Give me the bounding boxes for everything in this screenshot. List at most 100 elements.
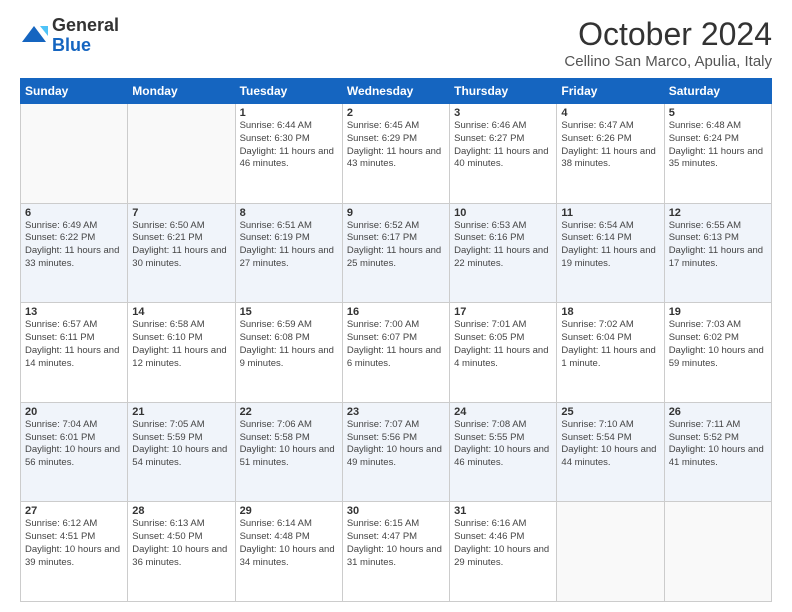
day-number: 2 (347, 107, 445, 119)
weekday-header: Wednesday (342, 79, 449, 104)
day-number: 11 (561, 207, 659, 219)
day-info: Sunrise: 6:12 AM Sunset: 4:51 PM Dayligh… (25, 518, 123, 569)
day-info: Sunrise: 6:53 AM Sunset: 6:16 PM Dayligh… (454, 220, 552, 271)
weekday-header: Friday (557, 79, 664, 104)
calendar-week-row: 27Sunrise: 6:12 AM Sunset: 4:51 PM Dayli… (21, 502, 772, 602)
day-info: Sunrise: 6:58 AM Sunset: 6:10 PM Dayligh… (132, 319, 230, 370)
calendar-cell: 22Sunrise: 7:06 AM Sunset: 5:58 PM Dayli… (235, 402, 342, 502)
calendar-cell: 10Sunrise: 6:53 AM Sunset: 6:16 PM Dayli… (450, 203, 557, 303)
calendar-cell: 23Sunrise: 7:07 AM Sunset: 5:56 PM Dayli… (342, 402, 449, 502)
calendar-cell: 28Sunrise: 6:13 AM Sunset: 4:50 PM Dayli… (128, 502, 235, 602)
day-number: 15 (240, 306, 338, 318)
calendar-cell (557, 502, 664, 602)
day-number: 13 (25, 306, 123, 318)
day-number: 5 (669, 107, 767, 119)
calendar-cell: 17Sunrise: 7:01 AM Sunset: 6:05 PM Dayli… (450, 303, 557, 403)
calendar-cell: 21Sunrise: 7:05 AM Sunset: 5:59 PM Dayli… (128, 402, 235, 502)
day-info: Sunrise: 6:48 AM Sunset: 6:24 PM Dayligh… (669, 120, 767, 171)
day-info: Sunrise: 7:05 AM Sunset: 5:59 PM Dayligh… (132, 419, 230, 470)
day-info: Sunrise: 6:14 AM Sunset: 4:48 PM Dayligh… (240, 518, 338, 569)
day-number: 7 (132, 207, 230, 219)
calendar-header: SundayMondayTuesdayWednesdayThursdayFrid… (21, 79, 772, 104)
calendar-cell: 12Sunrise: 6:55 AM Sunset: 6:13 PM Dayli… (664, 203, 771, 303)
day-info: Sunrise: 6:50 AM Sunset: 6:21 PM Dayligh… (132, 220, 230, 271)
day-number: 23 (347, 406, 445, 418)
calendar-cell (128, 104, 235, 204)
day-info: Sunrise: 6:15 AM Sunset: 4:47 PM Dayligh… (347, 518, 445, 569)
calendar-week-row: 20Sunrise: 7:04 AM Sunset: 6:01 PM Dayli… (21, 402, 772, 502)
day-number: 10 (454, 207, 552, 219)
day-info: Sunrise: 6:52 AM Sunset: 6:17 PM Dayligh… (347, 220, 445, 271)
calendar-cell: 15Sunrise: 6:59 AM Sunset: 6:08 PM Dayli… (235, 303, 342, 403)
calendar-cell: 30Sunrise: 6:15 AM Sunset: 4:47 PM Dayli… (342, 502, 449, 602)
title-block: October 2024 Cellino San Marco, Apulia, … (564, 16, 772, 70)
day-number: 30 (347, 505, 445, 517)
calendar-week-row: 13Sunrise: 6:57 AM Sunset: 6:11 PM Dayli… (21, 303, 772, 403)
day-number: 1 (240, 107, 338, 119)
day-info: Sunrise: 7:02 AM Sunset: 6:04 PM Dayligh… (561, 319, 659, 370)
calendar-cell: 19Sunrise: 7:03 AM Sunset: 6:02 PM Dayli… (664, 303, 771, 403)
location-title: Cellino San Marco, Apulia, Italy (564, 53, 772, 70)
day-number: 28 (132, 505, 230, 517)
day-number: 19 (669, 306, 767, 318)
calendar-cell: 11Sunrise: 6:54 AM Sunset: 6:14 PM Dayli… (557, 203, 664, 303)
logo-line1: General (52, 16, 119, 36)
calendar-cell: 14Sunrise: 6:58 AM Sunset: 6:10 PM Dayli… (128, 303, 235, 403)
calendar-cell: 3Sunrise: 6:46 AM Sunset: 6:27 PM Daylig… (450, 104, 557, 204)
calendar-cell: 31Sunrise: 6:16 AM Sunset: 4:46 PM Dayli… (450, 502, 557, 602)
calendar-cell: 5Sunrise: 6:48 AM Sunset: 6:24 PM Daylig… (664, 104, 771, 204)
calendar-cell: 16Sunrise: 7:00 AM Sunset: 6:07 PM Dayli… (342, 303, 449, 403)
day-number: 6 (25, 207, 123, 219)
day-info: Sunrise: 6:46 AM Sunset: 6:27 PM Dayligh… (454, 120, 552, 171)
day-number: 26 (669, 406, 767, 418)
calendar-cell: 13Sunrise: 6:57 AM Sunset: 6:11 PM Dayli… (21, 303, 128, 403)
day-number: 17 (454, 306, 552, 318)
day-info: Sunrise: 6:55 AM Sunset: 6:13 PM Dayligh… (669, 220, 767, 271)
calendar-cell: 18Sunrise: 7:02 AM Sunset: 6:04 PM Dayli… (557, 303, 664, 403)
day-number: 24 (454, 406, 552, 418)
calendar-cell: 4Sunrise: 6:47 AM Sunset: 6:26 PM Daylig… (557, 104, 664, 204)
day-number: 3 (454, 107, 552, 119)
calendar-cell: 8Sunrise: 6:51 AM Sunset: 6:19 PM Daylig… (235, 203, 342, 303)
calendar-cell: 7Sunrise: 6:50 AM Sunset: 6:21 PM Daylig… (128, 203, 235, 303)
day-info: Sunrise: 7:00 AM Sunset: 6:07 PM Dayligh… (347, 319, 445, 370)
day-number: 25 (561, 406, 659, 418)
logo-line2: Blue (52, 36, 119, 56)
logo-text: General Blue (52, 16, 119, 56)
day-info: Sunrise: 7:11 AM Sunset: 5:52 PM Dayligh… (669, 419, 767, 470)
day-info: Sunrise: 7:04 AM Sunset: 6:01 PM Dayligh… (25, 419, 123, 470)
logo: General Blue (20, 16, 119, 56)
calendar-cell: 26Sunrise: 7:11 AM Sunset: 5:52 PM Dayli… (664, 402, 771, 502)
day-number: 12 (669, 207, 767, 219)
calendar-cell: 2Sunrise: 6:45 AM Sunset: 6:29 PM Daylig… (342, 104, 449, 204)
day-number: 14 (132, 306, 230, 318)
day-info: Sunrise: 6:57 AM Sunset: 6:11 PM Dayligh… (25, 319, 123, 370)
calendar-week-row: 1Sunrise: 6:44 AM Sunset: 6:30 PM Daylig… (21, 104, 772, 204)
day-info: Sunrise: 6:16 AM Sunset: 4:46 PM Dayligh… (454, 518, 552, 569)
day-info: Sunrise: 7:03 AM Sunset: 6:02 PM Dayligh… (669, 319, 767, 370)
logo-icon (20, 22, 48, 50)
day-number: 16 (347, 306, 445, 318)
calendar-table: SundayMondayTuesdayWednesdayThursdayFrid… (20, 78, 772, 602)
day-number: 4 (561, 107, 659, 119)
day-number: 21 (132, 406, 230, 418)
calendar-cell: 27Sunrise: 6:12 AM Sunset: 4:51 PM Dayli… (21, 502, 128, 602)
day-info: Sunrise: 7:07 AM Sunset: 5:56 PM Dayligh… (347, 419, 445, 470)
day-info: Sunrise: 6:59 AM Sunset: 6:08 PM Dayligh… (240, 319, 338, 370)
calendar-cell: 9Sunrise: 6:52 AM Sunset: 6:17 PM Daylig… (342, 203, 449, 303)
day-info: Sunrise: 6:13 AM Sunset: 4:50 PM Dayligh… (132, 518, 230, 569)
weekday-header: Tuesday (235, 79, 342, 104)
day-number: 29 (240, 505, 338, 517)
day-info: Sunrise: 7:06 AM Sunset: 5:58 PM Dayligh… (240, 419, 338, 470)
weekday-header: Saturday (664, 79, 771, 104)
day-info: Sunrise: 6:44 AM Sunset: 6:30 PM Dayligh… (240, 120, 338, 171)
calendar-week-row: 6Sunrise: 6:49 AM Sunset: 6:22 PM Daylig… (21, 203, 772, 303)
calendar-body: 1Sunrise: 6:44 AM Sunset: 6:30 PM Daylig… (21, 104, 772, 602)
calendar-cell: 24Sunrise: 7:08 AM Sunset: 5:55 PM Dayli… (450, 402, 557, 502)
calendar-cell: 25Sunrise: 7:10 AM Sunset: 5:54 PM Dayli… (557, 402, 664, 502)
weekday-row: SundayMondayTuesdayWednesdayThursdayFrid… (21, 79, 772, 104)
day-number: 20 (25, 406, 123, 418)
day-number: 27 (25, 505, 123, 517)
day-number: 18 (561, 306, 659, 318)
day-number: 8 (240, 207, 338, 219)
